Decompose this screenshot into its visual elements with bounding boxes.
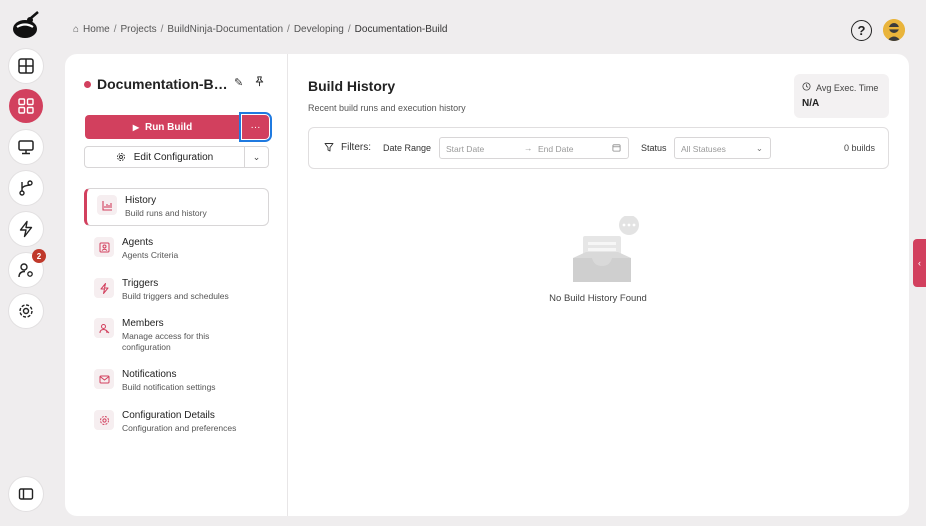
arrow-right-icon: → (524, 143, 533, 153)
build-count: 0 builds (843, 143, 875, 153)
chevron-down-icon: ⌄ (252, 151, 261, 162)
chart-icon (97, 195, 117, 215)
run-build-button[interactable]: ▶ Run Build (85, 115, 240, 139)
rail-projects-button[interactable] (9, 89, 43, 123)
breadcrumb-projects[interactable]: Projects (121, 24, 157, 35)
gear-icon (19, 304, 33, 318)
avg-exec-time-label: Avg Exec. Time (816, 82, 879, 93)
nav-item-triggers[interactable]: Triggers Build triggers and schedules (84, 278, 269, 302)
chevron-down-icon: ⌄ (755, 143, 763, 153)
nav-item-history[interactable]: History Build runs and history (84, 188, 269, 226)
run-build-label: Run Build (144, 121, 193, 133)
more-options-button[interactable]: ··· (239, 112, 272, 142)
empty-state-text: No Build History Found (549, 293, 647, 304)
nav-item-title: History (125, 195, 157, 206)
members-icon (94, 318, 114, 338)
nav-item-subtitle: Build notification settings (122, 382, 216, 392)
pin-icon[interactable] (254, 76, 265, 90)
nav-item-agents[interactable]: Agents Agents Criteria (84, 237, 269, 261)
help-icon: ? (857, 23, 866, 38)
breadcrumb-project[interactable]: BuildNinja-Documentation (167, 24, 283, 35)
breadcrumb-separator: / (160, 24, 164, 35)
rail-agents-button[interactable] (9, 130, 43, 164)
filters-label: Filters: (341, 142, 371, 153)
nav-item-title: Agents (122, 237, 154, 248)
end-date-input[interactable]: End Date (538, 144, 573, 154)
breadcrumb-separator: / (347, 24, 351, 35)
agent-icon (94, 237, 114, 257)
nav-item-subtitle: Build triggers and schedules (122, 291, 229, 301)
rail-vcs-button[interactable] (9, 171, 43, 205)
config-panel: Documentation-Build ✎ ▶ Run Build ··· Ed… (65, 54, 288, 516)
breadcrumb-stage[interactable]: Developing (294, 24, 344, 35)
git-branch-icon (19, 180, 33, 196)
rail-users-button[interactable]: 2 (9, 249, 46, 287)
main-card: Documentation-Build ✎ ▶ Run Build ··· Ed… (65, 54, 909, 516)
clock-icon (802, 82, 811, 93)
notification-badge: 2 (32, 249, 46, 263)
breadcrumb-separator: / (113, 24, 117, 35)
empty-inbox-icon (570, 215, 642, 288)
avg-exec-time-value: N/A (802, 98, 820, 109)
sidebar-toggle-button[interactable] (9, 477, 43, 511)
lightning-icon (94, 278, 114, 298)
page-title: Build History (308, 78, 396, 94)
nav-item-members[interactable]: Members Manage access for this configura… (84, 318, 269, 353)
filter-bar: Filters: Date Range Start Date → End Dat… (308, 127, 889, 169)
logo-icon[interactable] (11, 10, 41, 40)
pencil-icon[interactable]: ✎ (234, 76, 243, 89)
page-subtitle: Recent build runs and execution history (308, 103, 466, 113)
rail-settings-button[interactable] (9, 294, 43, 328)
nav-item-subtitle: Manage access for this configuration (122, 331, 210, 352)
config-header: Documentation-Build ✎ (84, 76, 274, 92)
gear-icon (116, 153, 125, 161)
nav-item-configuration-details[interactable]: Configuration Details Configuration and … (84, 410, 269, 434)
breadcrumb: ⌂ Home / Projects / BuildNinja-Documenta… (73, 24, 447, 35)
status-select-value: All Statuses (681, 144, 726, 154)
date-range-label: Date Range (383, 143, 432, 153)
layout-grid-icon (18, 58, 34, 74)
nav-item-title: Members (122, 318, 164, 329)
mail-icon (94, 369, 114, 389)
start-date-input[interactable]: Start Date (446, 144, 484, 154)
chevron-left-icon: ‹ (918, 258, 921, 268)
nav-item-title: Configuration Details (122, 410, 215, 421)
edit-configuration-dropdown[interactable]: ⌄ (245, 146, 269, 168)
filter-icon (324, 142, 334, 155)
rail-dashboard-button[interactable] (9, 49, 43, 83)
icon-rail: 2 (0, 0, 52, 526)
status-select[interactable]: All Statuses ⌄ (674, 137, 771, 159)
status-label: Status (641, 143, 667, 153)
config-title: Documentation-Build (97, 76, 229, 92)
sidebar-toggle-icon (18, 488, 34, 500)
monitor-icon (18, 140, 34, 155)
rail-triggers-button[interactable] (9, 212, 43, 246)
edit-configuration-label: Edit Configuration (133, 151, 214, 163)
apps-grid-icon (18, 98, 34, 114)
help-button[interactable]: ? (851, 20, 872, 41)
nav-item-title: Triggers (122, 278, 159, 289)
breadcrumb-current: Documentation-Build (354, 24, 448, 35)
nav-item-subtitle: Configuration and preferences (122, 423, 237, 433)
play-icon: ▶ (132, 122, 139, 132)
gear-icon (94, 410, 114, 430)
user-settings-icon (18, 263, 33, 278)
avg-exec-time-card: Avg Exec. Time N/A (794, 74, 889, 118)
avatar[interactable] (883, 19, 905, 41)
calendar-icon[interactable] (612, 143, 621, 154)
edit-configuration-button[interactable]: Edit Configuration (84, 146, 245, 168)
date-range-picker[interactable]: Start Date → End Date (439, 137, 629, 159)
nav-item-title: Notifications (122, 369, 177, 380)
status-dot (84, 80, 91, 88)
home-icon[interactable]: ⌂ (73, 24, 79, 35)
breadcrumb-home[interactable]: Home (83, 24, 110, 35)
lightning-icon (19, 220, 33, 238)
nav-item-notifications[interactable]: Notifications Build notification setting… (84, 369, 269, 393)
breadcrumb-separator: / (287, 24, 290, 35)
side-panel-toggle[interactable]: ‹ (913, 239, 926, 287)
nav-item-subtitle: Agents Criteria (122, 250, 179, 260)
nav-item-subtitle: Build runs and history (125, 208, 207, 218)
